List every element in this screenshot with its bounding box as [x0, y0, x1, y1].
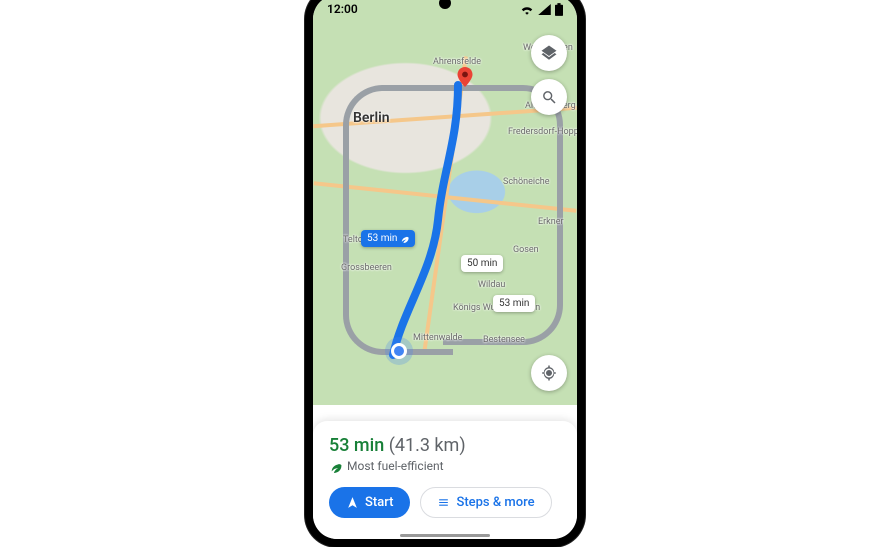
place-label: Mittenwalde [413, 333, 462, 343]
start-navigation-button[interactable]: Start [329, 487, 410, 518]
place-label: Grossbeeren [341, 263, 392, 273]
start-button-label: Start [365, 495, 393, 510]
search-icon [541, 89, 558, 106]
battery-icon [555, 3, 563, 16]
sheet-actions: Start Steps & more [329, 487, 561, 518]
route-badge-label: 50 min [467, 258, 497, 269]
screen: 12:00 Berlin Ahre [313, 0, 577, 539]
route-badge-label: 53 min [367, 233, 397, 244]
map-viewport[interactable]: Berlin Ahrensfelde Werneuchen Altlandsbe… [313, 0, 577, 405]
alternate-route-badge[interactable]: 50 min [461, 255, 503, 272]
leaf-icon [329, 460, 342, 473]
eco-label: Most fuel-efficient [347, 459, 444, 473]
phone-frame: 12:00 Berlin Ahre [305, 0, 585, 547]
home-indicator[interactable] [400, 534, 490, 537]
crosshair-icon [540, 364, 558, 382]
signal-icon [538, 4, 551, 15]
steps-and-more-button[interactable]: Steps & more [420, 487, 551, 518]
current-location-dot-icon [391, 343, 407, 359]
search-button[interactable] [531, 79, 567, 115]
layers-button[interactable] [531, 35, 567, 71]
my-location-button[interactable] [531, 355, 567, 391]
route-duration: 53 min [329, 435, 384, 456]
place-label: Ahrensfelde [433, 57, 481, 67]
place-label: Schöneiche [503, 177, 550, 187]
primary-route[interactable] [408, 80, 468, 360]
route-badge-label: 53 min [499, 298, 529, 309]
route-distance: (41.3 km) [389, 435, 466, 456]
place-label: Erkner [538, 217, 564, 227]
list-icon [437, 496, 450, 509]
place-label: Fredersdorf-Hoppegarten [508, 127, 577, 137]
layers-icon [540, 44, 558, 62]
place-label: Wildau [478, 280, 505, 290]
route-summary: 53 min (41.3 km) [329, 435, 561, 456]
place-label: Bestensee [483, 335, 525, 345]
steps-button-label: Steps & more [456, 495, 534, 510]
place-label: Gosen [513, 245, 539, 255]
primary-route-badge[interactable]: 53 min [361, 230, 415, 247]
alternate-route-badge[interactable]: 53 min [493, 295, 535, 312]
leaf-icon [400, 234, 409, 243]
destination-pin-icon[interactable] [455, 67, 475, 87]
eco-badge: Most fuel-efficient [329, 459, 561, 473]
navigation-arrow-icon [346, 496, 359, 509]
wifi-icon [520, 4, 534, 15]
city-label-berlin: Berlin [353, 110, 390, 126]
status-time: 12:00 [327, 2, 358, 16]
status-icons [520, 3, 563, 16]
route-info-sheet[interactable]: 53 min (41.3 km) Most fuel-efficient Sta… [313, 421, 577, 539]
